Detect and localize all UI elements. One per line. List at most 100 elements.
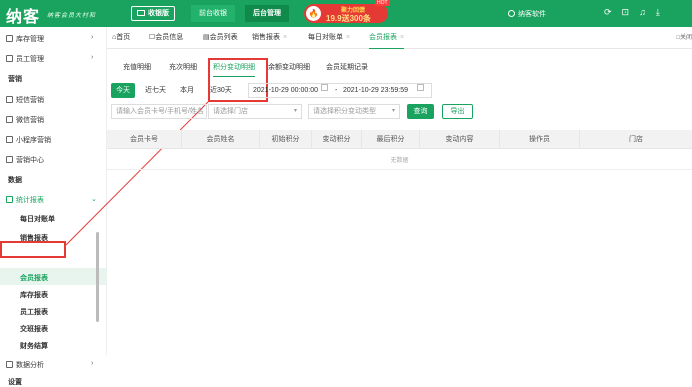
hot-badge: HOT [375,0,390,6]
calendar-icon [417,84,424,91]
promo-line2: 19.9送300条 [326,14,371,23]
sidebar-item-reports[interactable]: 统计报表 [6,195,44,205]
col-member-name: 会员姓名 [182,130,260,149]
sidebar-item-staff[interactable]: 员工管理 [6,54,44,64]
member-search-placeholder: 请输入会员卡号/手机号/姓名 [116,108,204,115]
monitor-icon [137,10,145,16]
report-subtabs: 充值明细 充次明细 积分变动明细 余额变动明细 会员延期记录 [107,58,692,77]
date-start: 2021-10-29 00:00:00 [253,87,318,94]
tab-home[interactable]: ⌂首页 [112,27,130,49]
chevron-down-icon: ▾ [391,108,395,114]
today-button[interactable]: 今天 [111,83,135,98]
chevron-down-icon: ▾ [293,108,297,114]
sidebar-item-label: 员工管理 [16,56,44,63]
search-button[interactable]: 查询 [407,104,434,119]
store-select[interactable]: 请选择门店 ▾ [208,104,302,119]
sidebar-item-miniprogram[interactable]: 小程序营销 [6,135,51,145]
close-icon[interactable]: × [346,34,350,41]
subtab-count-recharge[interactable]: 充次明细 [169,58,197,77]
logo-slogan: 纳客会员大村和 [47,12,97,19]
lock-icon[interactable]: ⊡ [622,7,630,17]
table-empty-message: 无数据 [107,152,692,170]
sidebar-item-label: 库存管理 [16,36,44,43]
app-logo: 纳客 [6,7,41,26]
subtab-points-change[interactable]: 积分变动明细 [213,58,255,77]
miniprogram-icon [6,136,13,143]
tab-home-label: 首页 [116,34,131,41]
chevron-right-icon: › [91,34,94,41]
tab-member-report-label: 会员报表 [369,34,397,41]
user-icon [508,10,515,17]
col-card-no: 会员卡号 [107,130,182,149]
member-search-input[interactable]: 请输入会员卡号/手机号/姓名 [111,104,207,119]
sidebar-active-highlight [0,268,107,285]
top-bar: 纳客 纳客会员大村和 收银版 前台收银 后台管理 🔥 聚力回馈 19.9送300… [0,0,692,27]
staff-icon [6,55,13,62]
sidebar-scrollbar[interactable] [96,232,99,322]
sidebar-item-label: 统计报表 [16,197,44,204]
sidebar-item-analysis[interactable]: 数据分析 [6,360,44,370]
sidebar-item-label: 营销中心 [16,157,44,164]
download-icon[interactable]: ⤓ [656,7,660,17]
date-separator: - [335,87,338,94]
user-name: 纳客软件 [518,11,546,18]
tab-member-info-label: 会员信息 [155,34,184,41]
sidebar-item-daily-statement[interactable]: 每日对账单 [20,214,55,224]
sidebar-item-member-report[interactable]: 会员报表 [20,273,48,283]
front-cashier-tab[interactable]: 前台收银 [191,5,235,22]
chevron-right-icon: › [91,360,94,367]
top-icon-group: ⟳ ⊡ ♫ ⤓ [604,7,670,18]
page-tabs-bar: ⌂首页 ☐会员信息 ▤会员列表 销售报表 × 每日对账单 × 会员报表 × □关闭 [107,27,692,49]
bell-icon[interactable]: ♫ [639,7,646,17]
promo-banner[interactable]: 🔥 聚力回馈 19.9送300条 HOT [304,0,390,23]
store-select-placeholder: 请选择门店 [213,108,248,115]
refresh-icon[interactable]: ⟳ [604,7,612,17]
points-type-placeholder: 请选择积分变动类型 [313,108,376,115]
sidebar-item-staff-report[interactable]: 员工报表 [20,307,48,317]
user-menu[interactable]: 纳客软件 [508,9,546,19]
subtab-balance-change[interactable]: 余额变动明细 [268,58,310,77]
flame-icon: 🔥 [306,6,321,21]
date-range-picker[interactable]: 2021-10-29 00:00:00 - 2021-10-29 23:59:5… [248,83,432,98]
col-operator: 操作员 [500,130,580,149]
tab-daily-statement[interactable]: 每日对账单 × [308,27,350,49]
chevron-right-icon: › [91,54,94,61]
col-change-content: 变动内容 [420,130,500,149]
sidebar-item-wechat[interactable]: 微信营销 [6,115,44,125]
sidebar-section-marketing: 营销 [8,76,22,83]
subtab-member-extension[interactable]: 会员延期记录 [326,58,368,77]
tab-daily-statement-label: 每日对账单 [308,34,343,41]
sidebar-section-data: 数据 [8,177,22,184]
sidebar-item-stock-report[interactable]: 库存报表 [20,290,48,300]
chevron-down-icon: ⌄ [91,196,97,203]
sidebar-item-label: 小程序营销 [16,137,51,144]
tab-member-list[interactable]: ▤会员列表 [203,27,238,49]
this-month-button[interactable]: 本月 [175,83,199,98]
tab-member-list-label: 会员列表 [209,34,238,41]
sidebar-item-shift-report[interactable]: 交班报表 [20,324,48,334]
tab-sales-report[interactable]: 销售报表 × [252,27,287,49]
sidebar-item-sms[interactable]: 短信营销 [6,95,44,105]
tab-member-report[interactable]: 会员报表 × [369,27,405,49]
close-all-tabs-button[interactable]: □关闭 [676,27,692,49]
subtab-recharge[interactable]: 充值明细 [123,58,151,77]
sidebar-item-inventory[interactable]: 库存管理 [6,34,44,44]
cashier-version-button[interactable]: 收银版 [131,6,175,21]
last30days-button[interactable]: 近30天 [205,83,237,98]
sidebar-item-marketing-center[interactable]: 营销中心 [6,155,44,165]
wechat-icon [6,116,13,123]
inventory-icon [6,35,13,42]
close-icon[interactable]: × [283,34,287,41]
tab-sales-report-label: 销售报表 [252,34,280,41]
back-admin-tab[interactable]: 后台管理 [245,5,289,22]
export-button[interactable]: 导出 [442,104,473,119]
col-final-points: 最后积分 [362,130,420,149]
target-icon [6,156,13,163]
points-type-select[interactable]: 请选择积分变动类型 ▾ [308,104,400,119]
table-header: 会员卡号 会员姓名 初始积分 变动积分 最后积分 变动内容 操作员 门店 [107,130,692,149]
sidebar-item-finance[interactable]: 财务结算 [20,341,48,351]
tab-member-info[interactable]: ☐会员信息 [149,27,183,49]
close-icon[interactable]: × [400,34,404,41]
last7days-button[interactable]: 近七天 [140,83,171,98]
col-change-points: 变动积分 [312,130,362,149]
